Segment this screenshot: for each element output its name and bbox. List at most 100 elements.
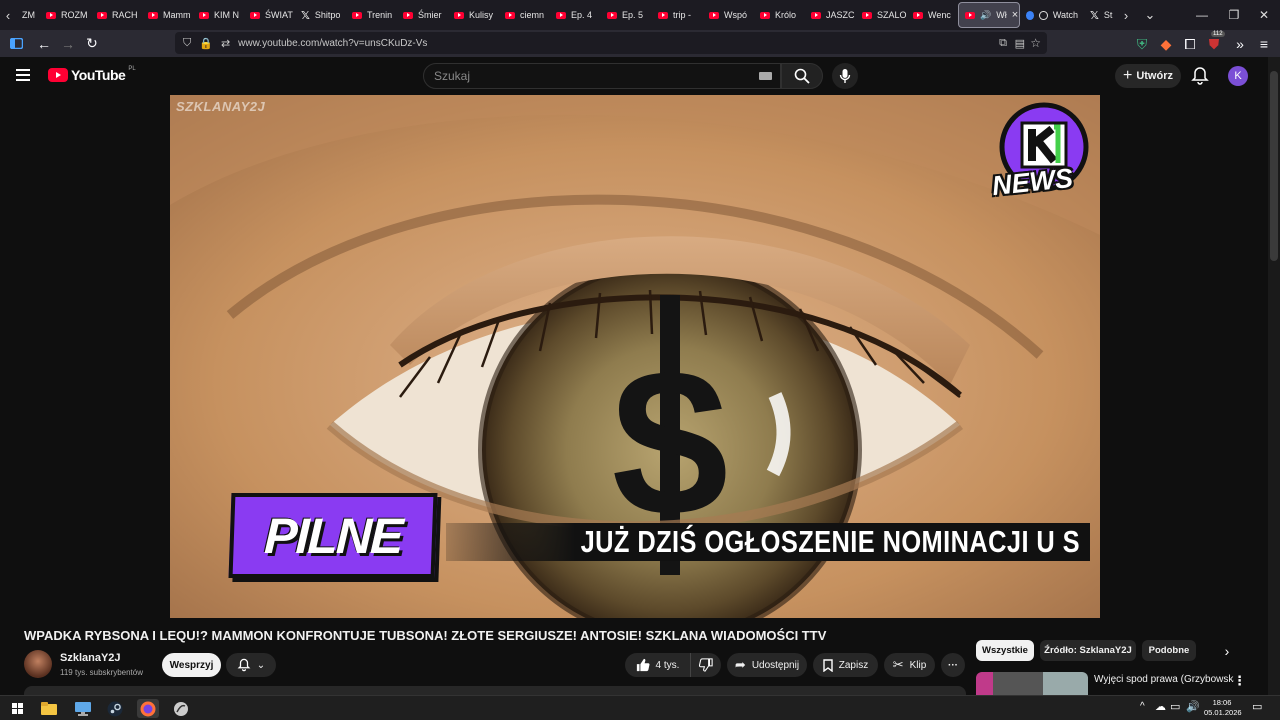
tab-label: Trenin (367, 10, 393, 20)
close-tab-icon[interactable]: × (1012, 9, 1018, 21)
chevron-down-icon: ⌄ (256, 659, 266, 671)
reload-icon[interactable]: ↻ (80, 32, 104, 56)
clip-button[interactable]: ✂ Klip (884, 653, 935, 677)
url-text[interactable]: www.youtube.com/watch?v=unsCKuDz-Vs (238, 38, 427, 49)
ticker-text: JUŻ DZIŚ OGŁOSZENIE NOMINACJI U S (580, 524, 1080, 559)
url-bar[interactable]: ⛉ 🔒 ⇄ www.youtube.com/watch?v=unsCKuDz-V… (175, 32, 1047, 54)
file-explorer-icon[interactable] (38, 699, 60, 718)
dislike-button[interactable] (690, 653, 721, 677)
account-avatar[interactable]: K (1228, 66, 1248, 86)
chip-all[interactable]: Wszystkie (976, 640, 1034, 661)
thumbs-down-icon (699, 658, 713, 672)
list-all-tabs-icon[interactable]: ⌄ (1142, 7, 1158, 23)
browser-tab[interactable]: Śmier (397, 2, 448, 28)
reader-view-icon[interactable]: ▤ (1015, 37, 1025, 50)
lock-icon[interactable]: 🔒 (199, 37, 213, 50)
scrollbar-thumb[interactable] (1270, 71, 1278, 261)
tab-label: Wł (996, 10, 1007, 20)
recommendation-thumbnail[interactable] (976, 672, 1088, 695)
browser-tab[interactable]: KIM N (193, 2, 244, 28)
tab-label: Ep. 5 (622, 10, 644, 20)
browser-tab[interactable]: 𝕏 Shitpo (295, 2, 346, 28)
create-button[interactable]: + Utwórz (1115, 64, 1181, 88)
hamburger-menu-icon[interactable] (16, 69, 30, 81)
browser-tab[interactable]: ROZM (40, 2, 91, 28)
tab-watch[interactable]: Watch (1020, 2, 1084, 28)
browser-tab[interactable]: SZALO (856, 2, 907, 28)
speaker-icon[interactable]: 🔊 (980, 10, 991, 21)
extensions-badge: 112 (1211, 31, 1225, 37)
browser-tab[interactable]: Wenc (907, 2, 958, 28)
permissions-icon[interactable]: ⇄ (221, 37, 230, 50)
extension-fox-icon[interactable]: ◆ (1154, 32, 1178, 56)
keyboard-icon[interactable] (759, 72, 772, 80)
steam-icon[interactable] (104, 699, 126, 718)
sidebar-toggle-icon[interactable] (4, 32, 28, 56)
youtube-favicon-icon (862, 11, 872, 19)
app-menu-icon[interactable]: ≡ (1252, 32, 1276, 56)
page-scrollbar[interactable] (1268, 57, 1280, 695)
chip-source[interactable]: Źródło: SzklanaY2J (1040, 640, 1136, 661)
overflow-chevrons-icon[interactable]: » (1228, 32, 1252, 56)
vpn-shield-icon[interactable]: ⛨ (1130, 32, 1154, 56)
youtube-logo[interactable]: YouTube PL (48, 66, 136, 83)
close-window-icon[interactable]: ✕ (1248, 0, 1280, 30)
save-button[interactable]: Zapisz (813, 653, 878, 677)
tray-clock[interactable]: 18:06 05.01.2026 (1204, 698, 1242, 718)
ublock-icon[interactable]: ⛊ 112 (1202, 31, 1226, 56)
browser-tab[interactable]: ZM (16, 2, 40, 28)
notifications-center-icon[interactable]: ▭ (1252, 700, 1262, 713)
browser-tab[interactable]: Trenin (346, 2, 397, 28)
picture-in-picture-icon[interactable]: ⧉ (999, 37, 1007, 50)
bookmark-star-icon[interactable]: ☆ (1030, 36, 1041, 50)
ethernet-icon[interactable]: ▭ (1170, 700, 1180, 713)
back-icon[interactable]: ← (32, 32, 56, 56)
shield-icon[interactable]: ⛉ (183, 37, 191, 50)
video-player[interactable]: $ SZKLANAY2J NEWS PILNE JUŻ DZIŚ OGŁOSZE… (170, 95, 1100, 618)
network-icon[interactable]: ☁ (1155, 700, 1166, 713)
volume-icon[interactable]: 🔊 (1186, 700, 1200, 713)
more-actions-icon[interactable]: ··· (941, 653, 965, 677)
app-icon[interactable] (170, 699, 192, 718)
tray-chevron-icon[interactable]: ^ (1140, 701, 1145, 712)
description-box[interactable] (24, 686, 966, 695)
browser-tab[interactable]: Mamm (142, 2, 193, 28)
tabs-scroll-left-icon[interactable]: ‹ (0, 8, 16, 23)
minimize-icon[interactable]: — (1186, 0, 1218, 30)
recommendation-more-icon[interactable]: ⋮ (1233, 673, 1246, 689)
browser-tab[interactable]: ciemn (499, 2, 550, 28)
computer-icon[interactable] (72, 699, 94, 718)
windows-start-icon[interactable] (6, 699, 28, 718)
channel-avatar[interactable] (24, 650, 52, 678)
browser-tab[interactable]: ŚWIAT (244, 2, 295, 28)
browser-tab[interactable]: JASZC (805, 2, 856, 28)
browser-tab[interactable]: Kulisy (448, 2, 499, 28)
search-button[interactable] (781, 63, 823, 89)
tab-x[interactable]: 𝕏 St (1084, 2, 1118, 28)
youtube-favicon-icon (607, 11, 617, 19)
browser-tab[interactable]: Królo (754, 2, 805, 28)
search-input[interactable]: Szukaj (423, 63, 781, 89)
like-button[interactable]: 4 tys. (625, 653, 690, 677)
restore-icon[interactable]: ❐ (1218, 0, 1250, 30)
browser-tab[interactable]: Wspó (703, 2, 754, 28)
notifications-bell-icon[interactable] (1190, 66, 1210, 86)
chip-similar[interactable]: Podobne (1142, 640, 1196, 661)
tab-active[interactable]: 🔊 Wł × (958, 2, 1020, 28)
firefox-icon[interactable] (137, 699, 159, 718)
support-button[interactable]: Wesprzyj (162, 653, 221, 677)
share-button[interactable]: ➦ Udostępnij (727, 653, 807, 677)
voice-search-button[interactable] (832, 63, 858, 89)
extensions-puzzle-icon[interactable]: ⧠ (1178, 32, 1202, 56)
chips-next-chevron-icon[interactable]: › (1216, 640, 1238, 661)
forward-icon[interactable]: → (56, 32, 80, 56)
search-placeholder: Szukaj (434, 69, 471, 83)
recommendation-title[interactable]: Wyjęci spod prawa (Grzybowska - Odc. 4) (1094, 674, 1234, 686)
tabs-scroll-right-icon[interactable]: › (1118, 8, 1134, 23)
browser-tab[interactable]: RACH (91, 2, 142, 28)
channel-name[interactable]: SzklanaY2J (60, 652, 121, 664)
browser-tab[interactable]: Ep. 5 (601, 2, 652, 28)
browser-tab[interactable]: trip - (652, 2, 703, 28)
subscription-notifications-button[interactable]: ⌄ (226, 653, 276, 677)
browser-tab[interactable]: Ep. 4 (550, 2, 601, 28)
